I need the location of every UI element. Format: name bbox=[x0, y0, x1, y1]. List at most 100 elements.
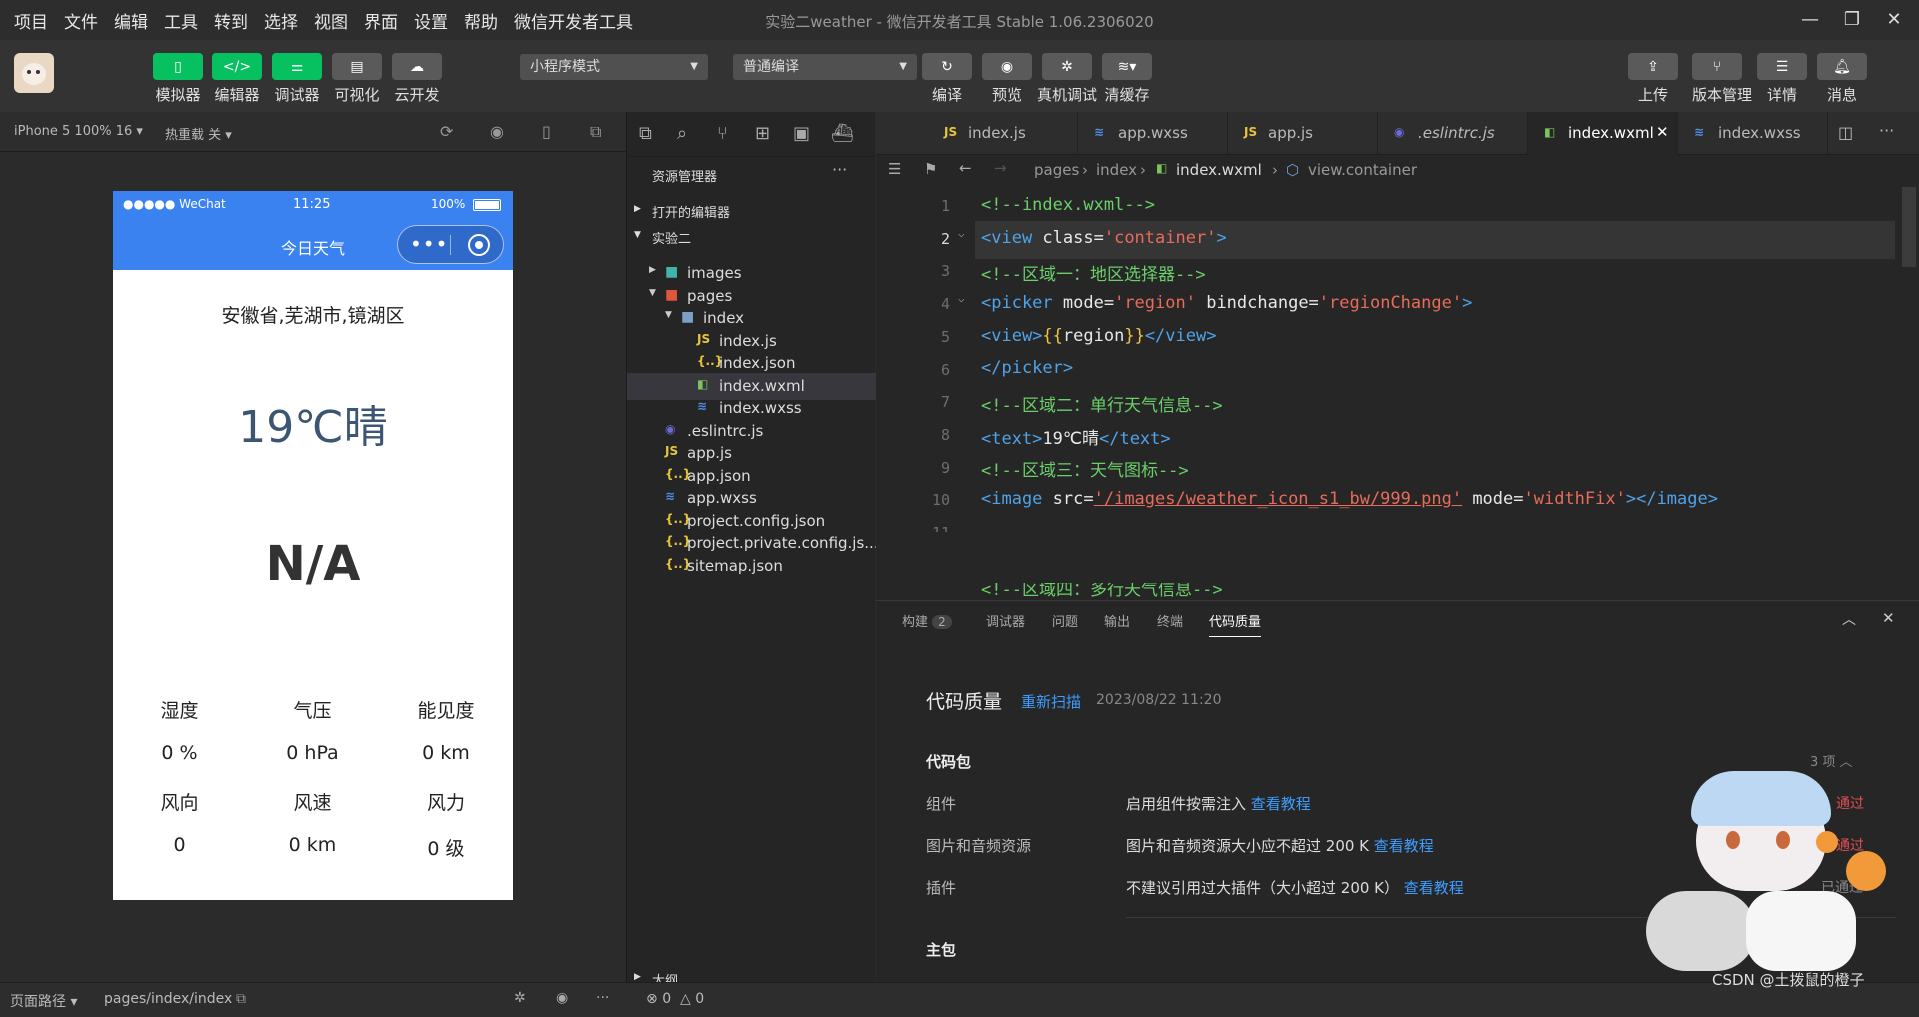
eye-icon[interactable]: ◉ bbox=[556, 990, 568, 1006]
file-tree-item[interactable]: {..} sitemap.json bbox=[627, 553, 876, 580]
close-miniprogram-icon[interactable] bbox=[468, 234, 490, 256]
avatar[interactable] bbox=[14, 53, 54, 93]
warnings-count[interactable]: △ 0 bbox=[680, 991, 704, 1007]
bookmark-icon[interactable]: ⚑ bbox=[924, 160, 937, 178]
debugger-button[interactable]: ⚌ 调试器 bbox=[272, 53, 322, 105]
tutorial-link[interactable]: 查看教程 bbox=[1374, 837, 1434, 855]
device-select[interactable]: iPhone 5 100% 16 ▾ bbox=[14, 124, 143, 139]
forward-icon[interactable]: → bbox=[994, 159, 1007, 177]
menu-item[interactable]: 设置 bbox=[414, 8, 448, 33]
preview-button[interactable]: ◉ 预览 bbox=[982, 53, 1032, 105]
tutorial-link[interactable]: 查看教程 bbox=[1404, 879, 1464, 897]
rotate-icon[interactable]: ⟳ bbox=[440, 122, 453, 141]
scan-date: 2023/08/22 11:20 bbox=[1096, 692, 1222, 708]
extensions-icon[interactable]: ⊞ bbox=[755, 123, 770, 144]
refresh-icon: ↻ bbox=[922, 53, 972, 80]
editor-tab[interactable]: ≋ app.wxss bbox=[1078, 112, 1228, 155]
close-window-icon[interactable]: ✕ bbox=[1874, 6, 1914, 34]
compile-button[interactable]: ↻ 编译 bbox=[922, 53, 972, 105]
menu-item[interactable]: 编辑 bbox=[114, 8, 148, 33]
visual-button[interactable]: ▤ 可视化 bbox=[332, 53, 382, 105]
cloud-dev-button[interactable]: ☁ 云开发 bbox=[392, 53, 442, 105]
tab-code-quality[interactable]: 代码质量 bbox=[1209, 611, 1262, 637]
editor-tab[interactable]: JS index.js bbox=[928, 112, 1078, 155]
breadcrumb-index[interactable]: index bbox=[1096, 161, 1137, 179]
status-bar: 页面路径 ▾ pages/index/index ⧉ ✲ ◉ ··· ⊗ 0 △… bbox=[0, 971, 1919, 1017]
phone-icon[interactable]: ▯ bbox=[542, 122, 551, 141]
editor-tab[interactable]: JS app.js bbox=[1228, 112, 1378, 155]
editor-button[interactable]: </> 编辑器 bbox=[212, 53, 262, 105]
menu-item[interactable]: 视图 bbox=[314, 8, 348, 33]
menu-item[interactable]: 帮助 bbox=[464, 8, 498, 33]
section-count[interactable]: 3 项 ︿ bbox=[1810, 751, 1853, 770]
sticker-illustration bbox=[1636, 771, 1906, 983]
page-path-select[interactable]: 页面路径 ▾ bbox=[10, 991, 77, 1011]
project-header[interactable]: ▼ 实验二 bbox=[634, 228, 691, 247]
region-picker[interactable]: 安徽省,芜湖市,镜湖区 bbox=[113, 301, 513, 328]
code-editor[interactable]: 1 2 3 4 5 6 7 8 9 10 11 ⌵ ⌵ <!--index.wxml--> <vie… bbox=[876, 187, 1919, 600]
errors-count[interactable]: ⊗ 0 bbox=[646, 991, 671, 1007]
menu-item[interactable]: 选择 bbox=[264, 8, 298, 33]
menu-item[interactable]: 界面 bbox=[364, 8, 398, 33]
rescan-link[interactable]: 重新扫描 bbox=[1021, 691, 1081, 712]
menu-item[interactable]: 工具 bbox=[164, 8, 198, 33]
close-tab-icon[interactable]: ✕ bbox=[1656, 123, 1669, 141]
watermark: CSDN @土拨鼠的橙子 bbox=[1712, 971, 1865, 989]
split-editor-icon[interactable]: ◫ bbox=[1838, 123, 1853, 142]
copy-icon[interactable]: ⧉ bbox=[236, 991, 246, 1007]
files-icon[interactable]: ⧉ bbox=[639, 123, 652, 144]
more-icon[interactable]: ··· bbox=[596, 990, 609, 1006]
tab-build[interactable]: 构建 2 bbox=[902, 611, 952, 630]
list-icon[interactable]: ☰ bbox=[888, 160, 901, 178]
upload-button[interactable]: ⇪ 上传 bbox=[1628, 53, 1678, 105]
more-icon[interactable]: ··· bbox=[1879, 121, 1894, 140]
tutorial-link[interactable]: 查看教程 bbox=[1251, 795, 1311, 813]
docker-icon[interactable]: ⛴ bbox=[831, 123, 854, 144]
version-button[interactable]: ⑂ 版本管理 bbox=[1692, 53, 1752, 105]
hotreload-toggle[interactable]: 热重载 关 ▾ bbox=[165, 124, 232, 143]
tab-output[interactable]: 输出 bbox=[1104, 611, 1130, 630]
messages-button[interactable]: 🔔︎ 消息 bbox=[1817, 53, 1867, 105]
open-editors-header[interactable]: ▶ 打开的编辑器 bbox=[634, 202, 730, 221]
menu-item[interactable]: 文件 bbox=[64, 8, 98, 33]
editor-tab[interactable]: ◉ .eslintrc.js bbox=[1378, 112, 1528, 155]
breadcrumb-pages[interactable]: pages bbox=[1034, 161, 1079, 179]
scrollbar-thumb[interactable] bbox=[1902, 187, 1916, 267]
tab-debugger[interactable]: 调试器 bbox=[986, 611, 1025, 630]
more-icon[interactable]: ··· bbox=[832, 160, 847, 179]
row-plugin-desc: 不建议引用过大插件（大小超过 200 K） 查看教程 bbox=[1126, 879, 1464, 897]
bug-icon[interactable]: ✲ bbox=[514, 990, 526, 1006]
fold-icon[interactable]: ⌵ bbox=[958, 227, 965, 240]
breadcrumb-file[interactable]: index.wxml bbox=[1176, 161, 1262, 179]
editor-tab[interactable]: ≋ index.wxss bbox=[1678, 112, 1828, 155]
maximize-icon[interactable]: ❐ bbox=[1832, 6, 1872, 34]
fold-icon[interactable]: ⌵ bbox=[958, 292, 965, 305]
mode-select[interactable]: 小程序模式 ▼ bbox=[520, 54, 708, 80]
popout-icon[interactable]: ⧉ bbox=[590, 122, 601, 142]
line-number: 9 bbox=[940, 458, 950, 477]
git-icon[interactable]: ⑂ bbox=[717, 123, 728, 144]
tab-problems[interactable]: 问题 bbox=[1052, 611, 1078, 630]
details-button[interactable]: ☰ 详情 bbox=[1757, 53, 1807, 105]
remote-debug-button[interactable]: ✲ 真机调试 bbox=[1037, 53, 1097, 105]
close-panel-icon[interactable]: ✕ bbox=[1882, 609, 1895, 627]
stop-icon[interactable]: ◉ bbox=[490, 122, 504, 141]
more-icon[interactable]: ••• bbox=[410, 232, 448, 256]
back-icon[interactable]: ← bbox=[959, 159, 972, 177]
menu-item[interactable]: 微信开发者工具 bbox=[514, 8, 633, 33]
search-icon[interactable]: ⌕ bbox=[677, 123, 687, 144]
minimize-icon[interactable]: — bbox=[1790, 6, 1830, 34]
error-icon: ⊗ bbox=[646, 991, 658, 1007]
capsule-menu[interactable]: ••• bbox=[397, 225, 504, 264]
clear-cache-button[interactable]: ≋▾ 清缓存 bbox=[1102, 53, 1152, 105]
breadcrumb-symbol[interactable]: view.container bbox=[1308, 161, 1417, 179]
tab-terminal[interactable]: 终端 bbox=[1157, 611, 1183, 630]
line-number: 8 bbox=[940, 425, 950, 444]
menu-item[interactable]: 转到 bbox=[214, 8, 248, 33]
panel-icon[interactable]: ▣ bbox=[793, 123, 810, 144]
editor-tab[interactable]: ◧ index.wxml ✕ bbox=[1528, 112, 1678, 155]
chevron-up-icon[interactable]: ︿ bbox=[1842, 609, 1856, 629]
menu-item[interactable]: 项目 bbox=[14, 8, 48, 33]
simulator-button[interactable]: ▯ 模拟器 bbox=[153, 53, 203, 105]
compile-select[interactable]: 普通编译 ▼ bbox=[733, 54, 917, 80]
